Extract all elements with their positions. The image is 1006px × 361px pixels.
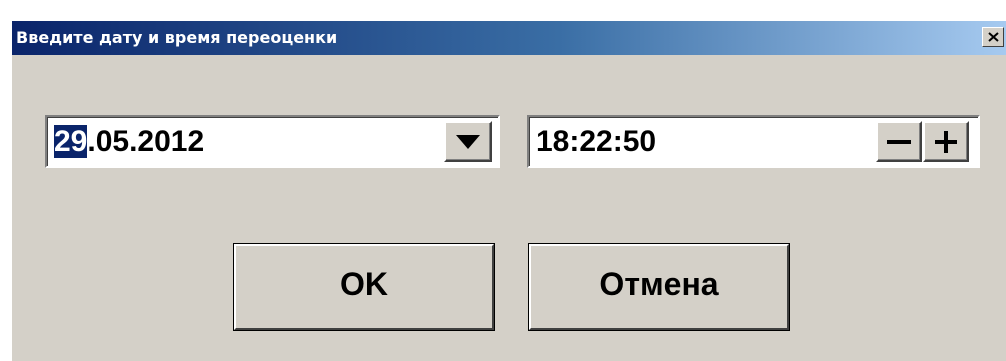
triangle-down-icon xyxy=(456,135,480,149)
title-bar[interactable]: Введите дату и время переоценки xyxy=(12,21,1006,55)
time-minus-button[interactable] xyxy=(876,121,922,162)
minus-icon xyxy=(887,140,911,144)
close-button[interactable] xyxy=(982,27,1004,47)
time-plus-button[interactable] xyxy=(923,121,969,162)
cancel-button[interactable]: Отмена xyxy=(528,243,790,331)
plus-icon xyxy=(935,131,957,153)
date-day-selected: 29 xyxy=(54,125,88,158)
ok-button[interactable]: OK xyxy=(233,243,495,331)
dialog-title: Введите дату и время переоценки xyxy=(16,28,338,47)
time-value: 18:22:50 xyxy=(536,125,657,158)
date-field[interactable]: 29.05.2012 xyxy=(45,115,500,168)
date-dropdown-button[interactable] xyxy=(444,121,492,162)
time-field[interactable]: 18:22:50 xyxy=(527,115,980,168)
dialog-window: Введите дату и время переоценки 29.05.20… xyxy=(11,21,1006,361)
ok-button-label: OK xyxy=(340,266,388,302)
close-icon xyxy=(988,32,999,42)
cancel-button-label: Отмена xyxy=(599,266,719,302)
date-value: 29.05.2012 xyxy=(54,124,204,160)
date-month-year: .05.2012 xyxy=(87,125,205,158)
